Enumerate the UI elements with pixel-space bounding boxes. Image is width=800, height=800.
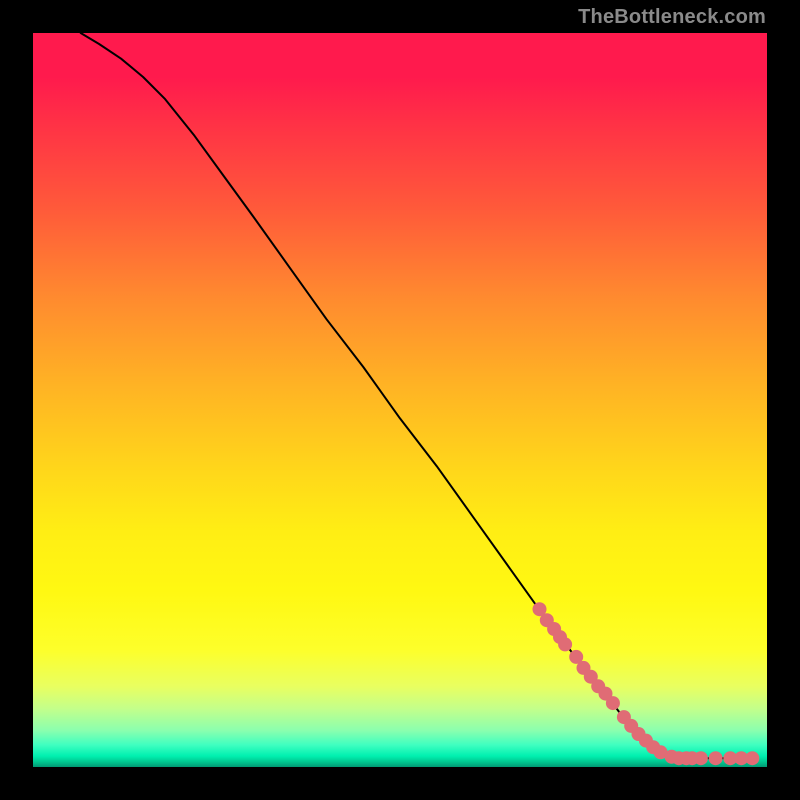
data-point <box>709 751 723 765</box>
curve-series <box>81 33 753 758</box>
data-point <box>745 751 759 765</box>
curve-path <box>81 33 753 758</box>
data-point <box>694 751 708 765</box>
chart-overlay <box>33 33 767 767</box>
data-point <box>558 637 572 651</box>
plot-area <box>33 33 767 767</box>
watermark-text: TheBottleneck.com <box>578 6 766 29</box>
dots-series <box>533 602 760 765</box>
chart-stage: TheBottleneck.com <box>0 0 800 800</box>
data-point <box>606 696 620 710</box>
